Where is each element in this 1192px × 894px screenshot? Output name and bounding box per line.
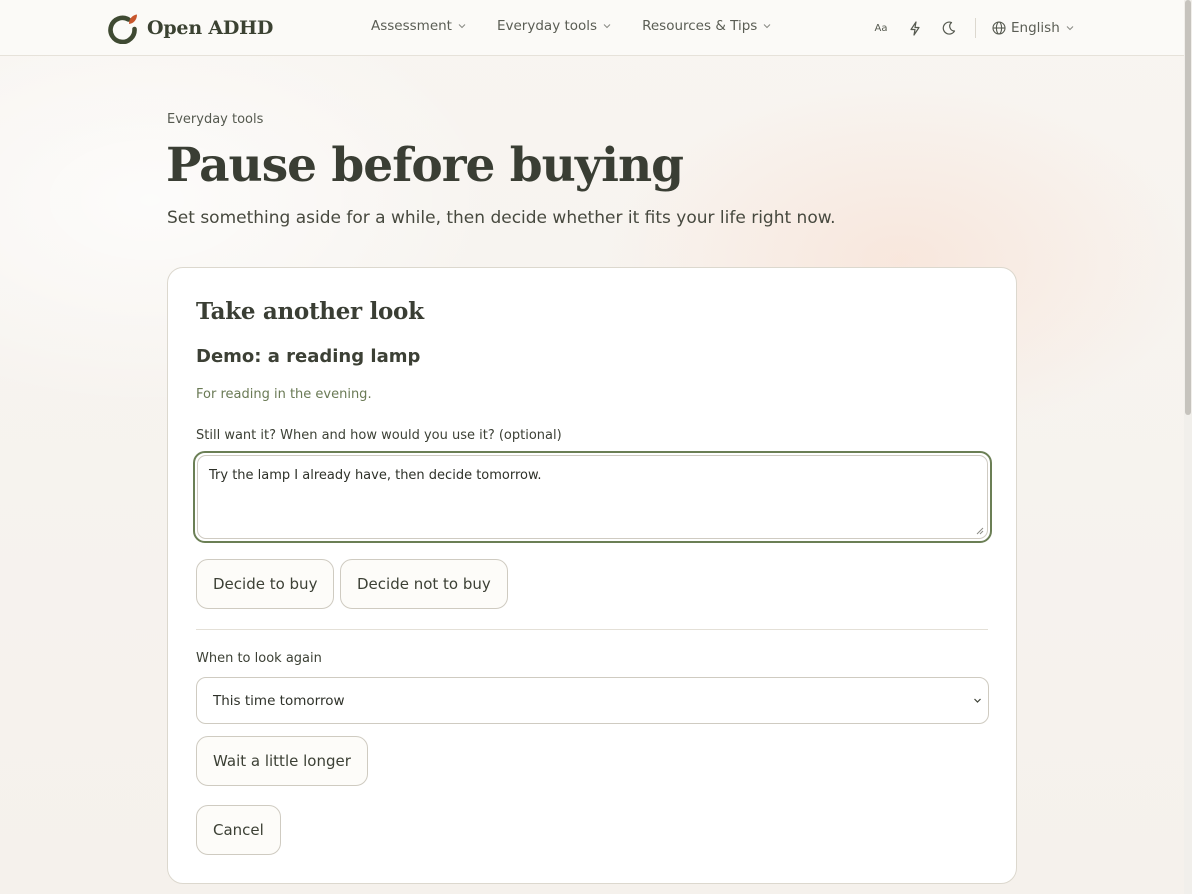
look-again-select[interactable]: This time tomorrow xyxy=(196,677,989,724)
chevron-down-icon xyxy=(458,24,466,29)
chevron-down-icon xyxy=(974,698,981,703)
wait-longer-button[interactable]: Wait a little longer xyxy=(196,736,368,786)
page-subtitle: Set something aside for a while, then de… xyxy=(167,208,836,228)
main-nav: Assessment Everyday tools Resources & Ti… xyxy=(371,18,802,34)
lightning-icon xyxy=(910,20,920,36)
nav-assessment[interactable]: Assessment xyxy=(371,18,467,34)
reflection-textarea[interactable]: Try the lamp I already have, then decide… xyxy=(197,455,988,539)
reflection-field-focus-ring: Try the lamp I already have, then decide… xyxy=(193,451,992,543)
moon-icon xyxy=(942,21,956,35)
resize-grip-icon[interactable] xyxy=(975,526,984,535)
section-divider xyxy=(196,629,988,630)
look-again-selected-value: This time tomorrow xyxy=(213,692,345,709)
text-size-icon: Aa xyxy=(874,22,888,34)
chevron-down-icon xyxy=(763,24,771,29)
reflection-label: Still want it? When and how would you us… xyxy=(196,428,562,443)
nav-resources-tips-label: Resources & Tips xyxy=(642,18,758,34)
nav-assessment-label: Assessment xyxy=(371,18,452,34)
breadcrumb[interactable]: Everyday tools xyxy=(167,112,263,127)
site-logo[interactable]: Open ADHD xyxy=(106,12,273,44)
logo-icon xyxy=(108,14,137,44)
site-header: Open ADHD Assessment Everyday tools Reso… xyxy=(0,0,1184,56)
item-note: For reading in the evening. xyxy=(196,387,372,402)
nav-resources-tips[interactable]: Resources & Tips xyxy=(642,18,772,34)
globe-icon xyxy=(992,21,1006,35)
chevron-down-icon xyxy=(603,24,611,29)
scrollbar-thumb[interactable] xyxy=(1185,0,1191,415)
header-tools: Aa English xyxy=(871,16,1075,40)
review-card: Take another look Demo: a reading lamp F… xyxy=(167,267,1017,884)
page-title: Pause before buying xyxy=(166,138,684,193)
card-title: Take another look xyxy=(196,298,424,325)
decide-not-to-buy-button[interactable]: Decide not to buy xyxy=(340,559,508,609)
focus-mode-button[interactable] xyxy=(905,16,925,40)
nav-everyday-tools[interactable]: Everyday tools xyxy=(497,18,612,34)
page-scrollbar[interactable] xyxy=(1184,0,1192,894)
nav-everyday-tools-label: Everyday tools xyxy=(496,18,598,34)
item-title: Demo: a reading lamp xyxy=(196,346,421,367)
language-label: English xyxy=(1011,20,1060,36)
header-divider xyxy=(975,18,976,38)
dark-mode-button[interactable] xyxy=(939,16,959,40)
cancel-button[interactable]: Cancel xyxy=(196,805,281,855)
language-selector[interactable]: English xyxy=(992,20,1075,36)
chevron-down-icon xyxy=(1066,26,1074,31)
decide-to-buy-button[interactable]: Decide to buy xyxy=(196,559,335,609)
text-size-button[interactable]: Aa xyxy=(871,16,891,40)
look-again-label: When to look again xyxy=(196,651,322,666)
brand-name: Open ADHD xyxy=(147,17,274,39)
